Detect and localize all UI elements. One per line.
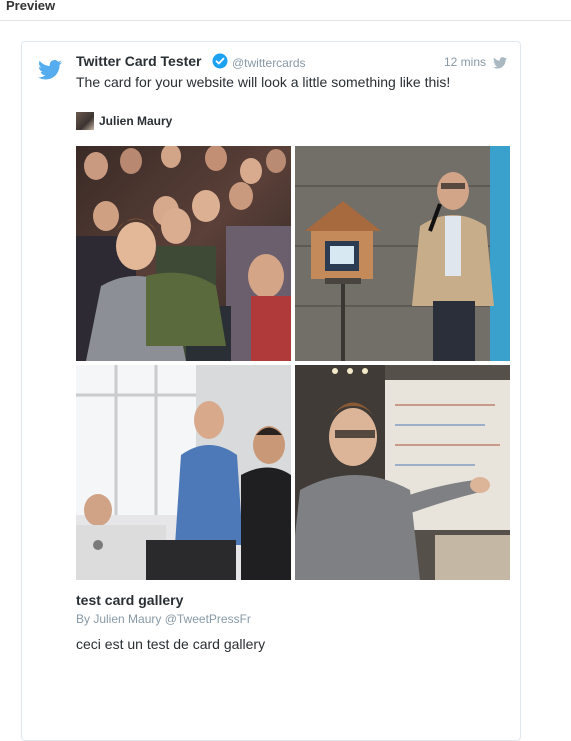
speaker-with-birdhouse-photo[interactable]	[295, 146, 510, 361]
verified-badge-icon	[212, 53, 228, 69]
photo-gallery	[76, 146, 510, 580]
tweet-text: The card for your website will look a li…	[76, 74, 451, 90]
author-name[interactable]: Twitter Card Tester	[76, 53, 202, 69]
attribution-avatar	[76, 112, 94, 130]
twitter-bird-icon	[38, 60, 62, 80]
tweet-timestamp[interactable]: 12 mins	[444, 55, 486, 69]
tweet-card: Twitter Card Tester @twittercards 12 min…	[21, 41, 521, 741]
people-working-at-computers-photo[interactable]	[76, 365, 291, 580]
author-handle[interactable]: @twittercards	[232, 56, 306, 70]
conference-audience-photo[interactable]	[76, 146, 291, 361]
preview-header: Preview	[0, 0, 571, 21]
twitter-bird-small-icon	[493, 56, 507, 69]
card-title[interactable]: test card gallery	[76, 592, 183, 608]
attribution-name: Julien Maury	[99, 114, 173, 128]
preview-title: Preview	[6, 0, 56, 13]
presenter-gesturing-photo[interactable]	[295, 365, 510, 580]
card-byline[interactable]: By Julien Maury @TweetPressFr	[76, 612, 251, 626]
card-description: ceci est un test de card gallery	[76, 636, 266, 652]
